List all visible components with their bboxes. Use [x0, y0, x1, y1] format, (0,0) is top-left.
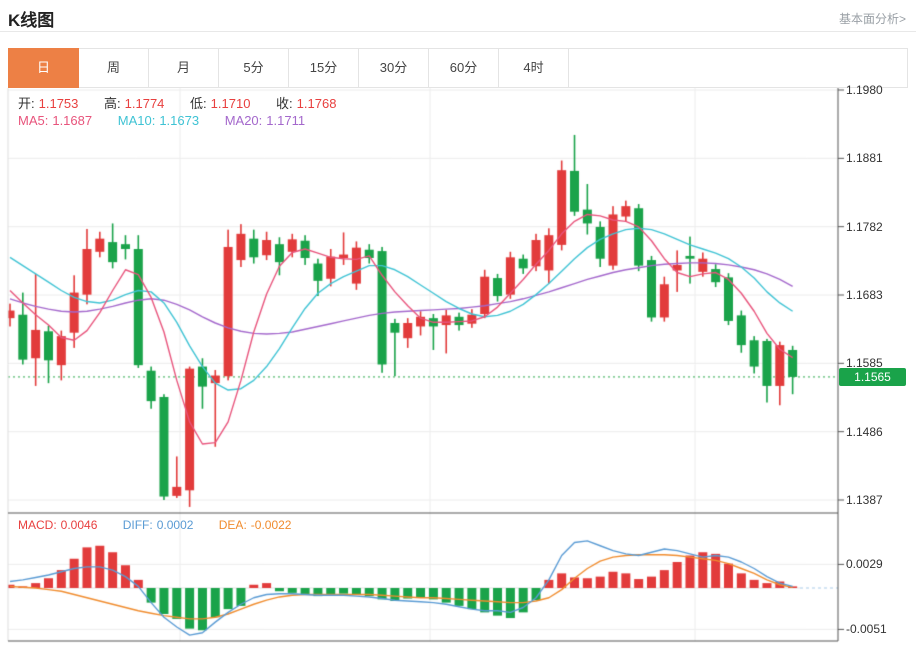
low-label: 低:: [190, 96, 207, 111]
ma20-value: 1.1711: [266, 113, 305, 128]
high-label: 高:: [104, 96, 121, 111]
tab-week[interactable]: 周: [79, 49, 149, 87]
tab-15min[interactable]: 15分: [289, 49, 359, 87]
ma20-label: MA20:: [225, 113, 263, 128]
tab-5min[interactable]: 5分: [219, 49, 289, 87]
high-value: 1.1774: [125, 96, 165, 111]
price-tick-3: 1.1782: [846, 220, 883, 234]
tab-4hour[interactable]: 4时: [499, 49, 569, 87]
macd-value: 0.0046: [61, 518, 98, 532]
diff-label: DIFF:: [123, 518, 153, 532]
low-value: 1.1710: [211, 96, 251, 111]
price-tick-4: 1.1683: [846, 288, 883, 302]
macd-legend: MACD: 0.0046 DIFF: 0.0002 DEA: -0.0022: [18, 518, 295, 532]
diff-value: 0.0002: [157, 518, 194, 532]
price-tick-6: 1.1486: [846, 425, 883, 439]
ma5-value: 1.1687: [52, 113, 92, 128]
close-value: 1.1768: [297, 96, 337, 111]
price-tick-7: 1.1387: [846, 493, 883, 507]
tab-30min[interactable]: 30分: [359, 49, 429, 87]
period-tabbar: 日 周 月 5分 15分 30分 60分 4时: [8, 48, 908, 88]
ma5-label: MA5:: [18, 113, 48, 128]
open-label: 开:: [18, 96, 35, 111]
macd-label: MACD:: [18, 518, 57, 532]
ma10-value: 1.1673: [159, 113, 199, 128]
kline-page: K线图 基本面分析> 日 周 月 5分 15分 30分 60分 4时 开: 1.1…: [0, 0, 916, 648]
dea-value: -0.0022: [251, 518, 292, 532]
dea-label: DEA:: [219, 518, 247, 532]
close-label: 收:: [276, 96, 293, 111]
tabbar-filler: [569, 49, 907, 87]
current-price-badge: 1.1565: [839, 368, 906, 386]
page-title: K线图: [8, 6, 54, 31]
tab-60min[interactable]: 60分: [429, 49, 499, 87]
fundamental-analysis-link[interactable]: 基本面分析>: [839, 10, 906, 27]
ma10-label: MA10:: [118, 113, 156, 128]
tab-day[interactable]: 日: [8, 48, 79, 88]
macd-tick-1: 0.0029: [846, 557, 883, 571]
header-divider: [0, 31, 916, 32]
ohlc-legend: 开: 1.1753 高: 1.1774 低: 1.1710 收: 1.1768: [18, 93, 340, 112]
price-tick-1: 1.1980: [846, 83, 883, 97]
price-tick-2: 1.1881: [846, 151, 883, 165]
open-value: 1.1753: [39, 96, 79, 111]
tab-month[interactable]: 月: [149, 49, 219, 87]
macd-tick-2: -0.0051: [846, 622, 887, 636]
ma-legend: MA5: 1.1687 MA10:1.1673 MA20:1.1711: [18, 113, 309, 128]
